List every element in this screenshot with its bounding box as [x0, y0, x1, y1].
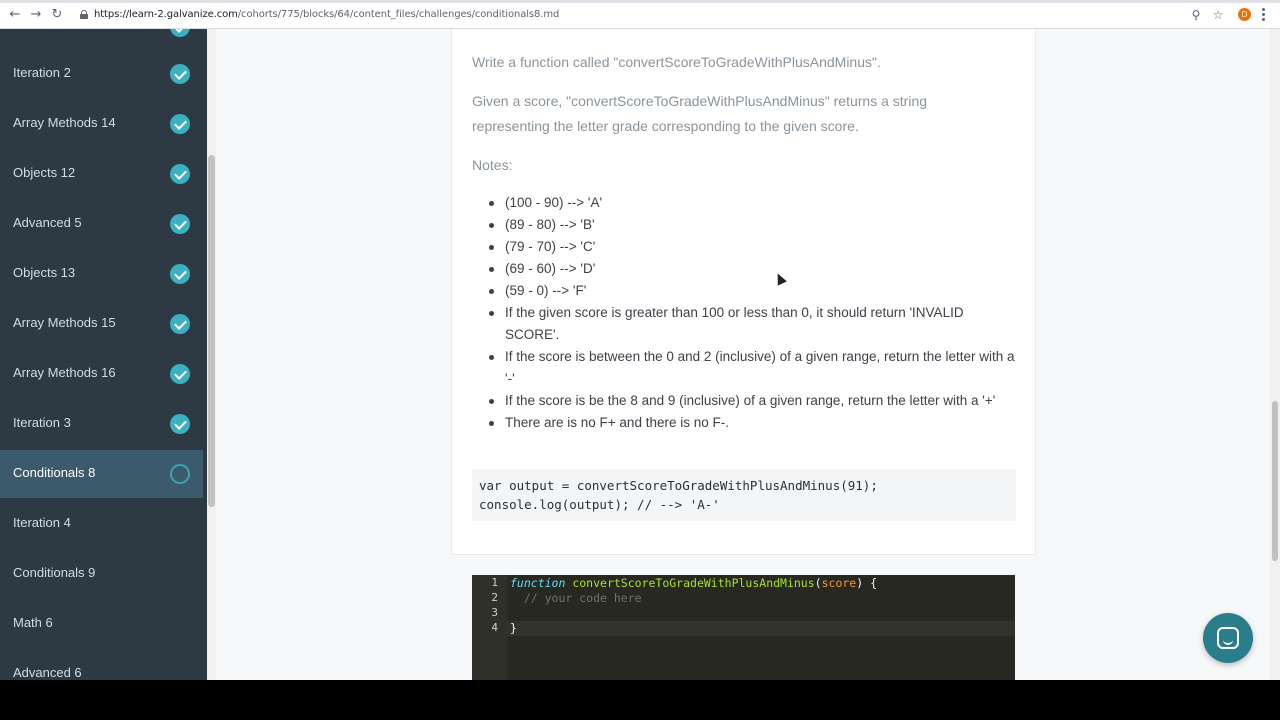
- notes-label: Notes:: [472, 157, 513, 173]
- code-paren-open: (: [814, 576, 822, 590]
- code-line-4[interactable]: }: [510, 621, 517, 635]
- page-scrollbar-thumb[interactable]: [1272, 401, 1278, 561]
- browser-menu-icon[interactable]: [1262, 8, 1266, 22]
- sidebar-item-label: Math 6: [13, 615, 53, 630]
- list-item: (79 - 70) --> 'C': [472, 236, 1017, 258]
- sidebar-item-label: Advanced 5: [13, 215, 82, 230]
- sidebar-item-label: Iteration 3: [13, 415, 71, 430]
- sidebar-item-advanced-6[interactable]: Advanced 6: [0, 650, 203, 680]
- code-line-1[interactable]: function convertScoreToGradeWithPlusAndM…: [510, 576, 877, 590]
- sidebar-item-array-methods-15[interactable]: Array Methods 15: [0, 300, 203, 348]
- profile-avatar[interactable]: D: [1238, 8, 1251, 21]
- sidebar-scrollbar[interactable]: [207, 29, 216, 680]
- bookmark-star-icon[interactable]: ☆: [1211, 8, 1225, 22]
- lock-icon: [80, 10, 88, 19]
- sidebar-item-label: Conditionals 9: [13, 565, 96, 580]
- sidebar-item-label: Advanced 6: [13, 665, 82, 680]
- curriculum-sidebar: Iteration 2 Array Methods 14 Objects 12 …: [0, 29, 207, 680]
- sidebar-item-math-6[interactable]: Math 6: [0, 600, 203, 648]
- list-item: If the score is between the 0 and 2 (inc…: [472, 346, 1017, 390]
- list-item: (59 - 0) --> 'F': [472, 280, 1017, 302]
- code-function-name: convertScoreToGradeWithPlusAndMinus: [572, 576, 815, 590]
- sidebar-item-label: Iteration 2: [13, 65, 71, 80]
- list-item: If the given score is greater than 100 o…: [472, 302, 1017, 346]
- editor-active-line: [507, 621, 1015, 636]
- tab-strip-edge: [0, 0, 1280, 3]
- code-param: score: [821, 576, 857, 590]
- check-icon: [170, 214, 190, 234]
- url-path: /cohorts/775/blocks/64/content_files/cha…: [237, 9, 560, 20]
- sidebar-item-label: Objects 13: [13, 265, 76, 280]
- sidebar-item-label: Array Methods 15: [13, 315, 116, 330]
- address-bar[interactable]: https://learn-2.galvanize.com/cohorts/77…: [94, 9, 559, 20]
- chat-icon: [1217, 627, 1239, 649]
- reload-icon[interactable]: ↻: [50, 8, 64, 22]
- browser-toolbar: ← → ↻ https://learn-2.galvanize.com/coho…: [0, 0, 1280, 29]
- list-item: There are is no F+ and there is no F-.: [472, 412, 1017, 434]
- list-item: (89 - 80) --> 'B': [472, 214, 1017, 236]
- forward-arrow-icon[interactable]: →: [29, 8, 43, 22]
- sidebar-item-objects-12[interactable]: Objects 12: [0, 150, 203, 198]
- sidebar-item-objects-13[interactable]: Objects 13: [0, 250, 203, 298]
- check-icon: [170, 264, 190, 284]
- zoom-icon[interactable]: ⚲: [1189, 8, 1203, 22]
- challenge-intro: Write a function called "convertScoreToG…: [472, 54, 881, 70]
- code-line-2[interactable]: // your code here: [510, 591, 642, 605]
- url-host: https://learn-2.galvanize.com: [94, 9, 238, 20]
- back-arrow-icon[interactable]: ←: [8, 8, 22, 22]
- challenge-description-line-1: Given a score, "convertScoreToGradeWithP…: [472, 93, 928, 109]
- sidebar-item-partial[interactable]: [0, 29, 203, 51]
- code-comment: // your code here: [523, 591, 642, 605]
- sidebar-item-label: Array Methods 16: [13, 365, 116, 380]
- check-icon: [170, 29, 190, 37]
- line-number: 2: [491, 591, 498, 604]
- sidebar-item-conditionals-9[interactable]: Conditionals 9: [0, 550, 203, 598]
- sidebar-item-conditionals-8[interactable]: Conditionals 8: [0, 450, 203, 498]
- sidebar-item-array-methods-16[interactable]: Array Methods 16: [0, 350, 203, 398]
- check-icon: [170, 164, 190, 184]
- check-icon: [170, 364, 190, 384]
- sidebar-item-iteration-4[interactable]: Iteration 4: [0, 500, 203, 548]
- example-code-line-1: var output = convertScoreToGradeWithPlus…: [479, 478, 878, 493]
- sidebar-item-array-methods-14[interactable]: Array Methods 14: [0, 100, 203, 148]
- viewport: ← → ↻ https://learn-2.galvanize.com/coho…: [0, 0, 1280, 680]
- line-number: 3: [491, 606, 498, 619]
- code-editor[interactable]: 1 2 3 4 function convertScoreToGradeWith…: [472, 575, 1015, 680]
- sidebar-item-label: Conditionals 8: [13, 465, 96, 480]
- line-number: 4: [491, 621, 498, 634]
- example-code-line-2: console.log(output); // --> 'A-': [479, 497, 720, 512]
- check-icon: [170, 414, 190, 434]
- sidebar-item-label: Objects 12: [13, 165, 76, 180]
- sidebar-item-label: Iteration 4: [13, 515, 71, 530]
- sidebar-item-iteration-2[interactable]: Iteration 2: [0, 50, 203, 98]
- sidebar-item-iteration-3[interactable]: Iteration 3: [0, 400, 203, 448]
- code-paren-close: ) {: [856, 576, 877, 590]
- challenge-description-line-2: representing the letter grade correspond…: [472, 118, 859, 134]
- challenge-card: Write a function called "convertScoreToG…: [451, 29, 1036, 555]
- check-icon: [170, 114, 190, 134]
- check-icon: [170, 314, 190, 334]
- sidebar-scrollbar-thumb[interactable]: [208, 155, 215, 507]
- list-item: (69 - 60) --> 'D': [472, 258, 1017, 280]
- list-item: If the score is be the 8 and 9 (inclusiv…: [472, 390, 1017, 412]
- example-code-block: var output = convertScoreToGradeWithPlus…: [472, 469, 1016, 521]
- progress-ring-icon: [170, 464, 190, 484]
- list-item: (100 - 90) --> 'A': [472, 192, 1017, 214]
- notes-list: (100 - 90) --> 'A' (89 - 80) --> 'B' (79…: [472, 192, 1017, 434]
- sidebar-item-label: Array Methods 14: [13, 115, 116, 130]
- line-number: 1: [491, 576, 498, 589]
- chat-launcher-button[interactable]: [1203, 613, 1253, 663]
- main-content: Write a function called "convertScoreToG…: [216, 29, 1270, 680]
- page-scrollbar[interactable]: [1270, 29, 1280, 680]
- sidebar-item-advanced-5[interactable]: Advanced 5: [0, 200, 203, 248]
- check-icon: [170, 64, 190, 84]
- code-keyword: function: [510, 576, 566, 590]
